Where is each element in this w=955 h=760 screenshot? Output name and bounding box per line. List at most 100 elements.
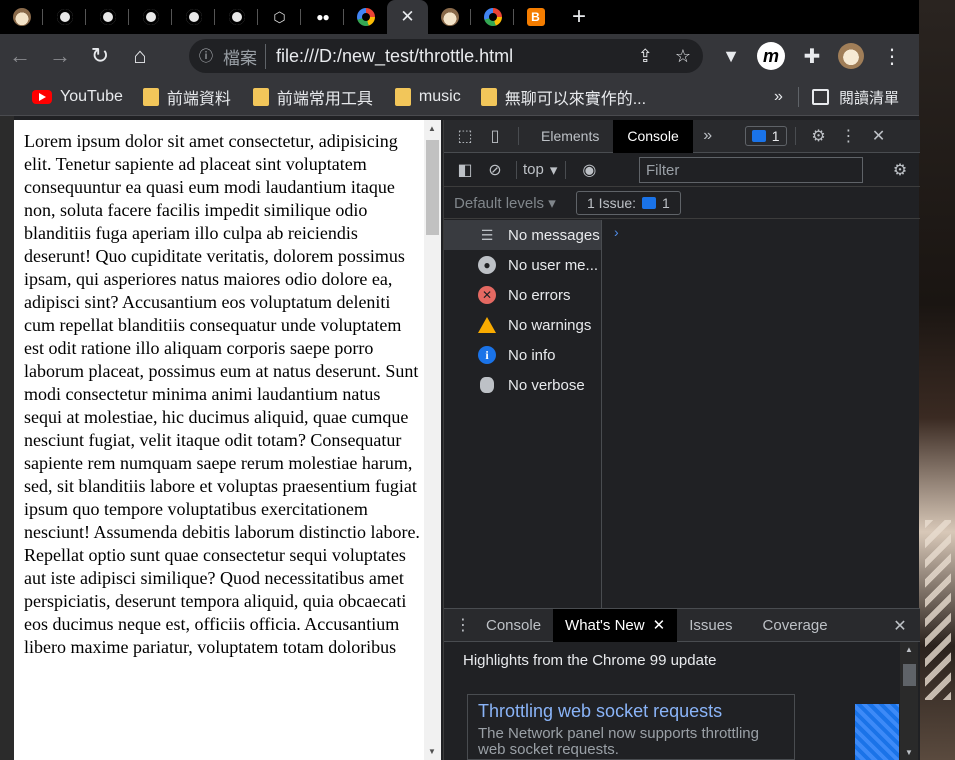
- page-viewport: Lorem ipsum dolor sit amet consectetur, …: [14, 120, 441, 760]
- sidebar-item-info[interactable]: i No info: [444, 340, 601, 370]
- whats-new-title-link[interactable]: Throttling web socket requests: [478, 701, 784, 722]
- close-drawer-icon[interactable]: ✕: [885, 609, 915, 642]
- sidebar-item-label: No user me...: [508, 256, 599, 274]
- bookmark-star-icon[interactable]: ☆: [675, 46, 691, 67]
- tab[interactable]: [428, 0, 471, 34]
- home-button[interactable]: ⌂: [120, 34, 160, 78]
- drawer-tab-bar: ⋮ Console What's New ✕ Issues Coverage ✕: [444, 608, 920, 642]
- sidebar-item-verbose[interactable]: No verbose: [444, 370, 601, 400]
- tab-elements[interactable]: Elements: [527, 120, 613, 153]
- bookmark-youtube[interactable]: YouTube: [32, 88, 123, 106]
- scroll-up-arrow-icon[interactable]: ▲: [428, 124, 436, 133]
- close-devtools-icon[interactable]: ✕: [864, 120, 894, 153]
- tab[interactable]: [0, 0, 43, 34]
- sidebar-item-errors[interactable]: ✕ No errors: [444, 280, 601, 310]
- tab[interactable]: [172, 0, 215, 34]
- scroll-down-arrow-icon[interactable]: ▼: [428, 747, 436, 756]
- tab[interactable]: ●●: [301, 0, 344, 34]
- divider: [794, 127, 796, 145]
- github-favicon-icon: [185, 9, 202, 25]
- google-favicon-icon: [356, 8, 375, 26]
- forward-button[interactable]: →: [40, 34, 80, 78]
- sidebar-toggle-icon[interactable]: ◧: [450, 153, 480, 186]
- close-tab-icon[interactable]: ✕: [653, 616, 666, 634]
- blogger-favicon-icon: B: [526, 8, 545, 26]
- console-settings-gear-icon[interactable]: ⚙: [885, 153, 915, 186]
- bookmark-folder[interactable]: 無聊可以來實作的...: [480, 85, 647, 109]
- devtools-menu-icon[interactable]: ⋮: [834, 120, 864, 153]
- sidebar-item-label: No messages: [508, 226, 600, 244]
- bookmarks-overflow-button[interactable]: »: [774, 78, 783, 116]
- issue-icon: [642, 197, 657, 209]
- info-icon: i: [478, 346, 496, 364]
- bookmark-folder[interactable]: music: [394, 87, 461, 106]
- new-tab-button[interactable]: +: [557, 0, 601, 34]
- browser-menu-icon[interactable]: ⋮: [880, 34, 904, 78]
- reload-button[interactable]: ↻: [80, 34, 120, 78]
- sidebar-item-messages[interactable]: ☰ No messages: [444, 220, 601, 250]
- back-button[interactable]: ←: [0, 34, 40, 78]
- sidebar-item-user-messages[interactable]: ● No user me...: [444, 250, 601, 280]
- sidebar-item-warnings[interactable]: No warnings: [444, 310, 601, 340]
- drawer-tab-console[interactable]: Console: [474, 609, 553, 642]
- issues-button[interactable]: 1 Issue: 1: [576, 191, 681, 215]
- drawer-scrollbar[interactable]: ▲ ▼: [900, 642, 918, 760]
- live-expression-eye-icon[interactable]: ◉: [574, 153, 604, 186]
- address-url[interactable]: file:///D:/new_test/throttle.html: [266, 46, 513, 67]
- drawer-menu-icon[interactable]: ⋮: [452, 609, 474, 642]
- tab[interactable]: ⬡: [258, 0, 301, 34]
- console-levels-bar: Default levels ▾ 1 Issue: 1: [444, 187, 920, 219]
- tab[interactable]: [86, 0, 129, 34]
- extension-m-button[interactable]: m: [756, 34, 786, 78]
- tab[interactable]: [129, 0, 172, 34]
- profile-button[interactable]: [836, 34, 866, 78]
- drawer-tab-issues[interactable]: Issues: [677, 609, 744, 642]
- bookmark-label: YouTube: [60, 87, 123, 105]
- extensions-puzzle-icon[interactable]: ✚: [798, 34, 826, 78]
- scroll-up-arrow-icon[interactable]: ▲: [905, 645, 913, 654]
- reading-list-button[interactable]: 閱讀清單: [812, 78, 899, 116]
- default-levels-dropdown[interactable]: Default levels ▾: [454, 194, 556, 212]
- bookmark-label: 無聊可以來實作的...: [504, 90, 647, 108]
- inspect-element-icon[interactable]: ⬚: [450, 120, 480, 153]
- hedgehog-favicon-icon: [440, 8, 459, 26]
- whats-new-card[interactable]: Throttling web socket requests The Netwo…: [467, 694, 795, 760]
- scrollbar-thumb[interactable]: [426, 140, 439, 235]
- scrollbar-thumb[interactable]: [903, 664, 916, 686]
- reading-list-label: 閱讀清單: [839, 89, 900, 107]
- issues-badge[interactable]: 1: [744, 126, 787, 146]
- tab-console[interactable]: Console: [613, 119, 693, 153]
- console-sidebar: ☰ No messages ● No user me... ✕ No errors N…: [444, 220, 602, 608]
- issues-count: 1: [662, 195, 670, 211]
- folder-icon: [252, 87, 269, 106]
- tab[interactable]: [344, 0, 387, 34]
- console-prompt[interactable]: ›: [614, 224, 619, 240]
- tab[interactable]: B: [514, 0, 557, 34]
- devtools-tab-bar: ⬚ ▯ Elements Console » 1 ⚙ ⋮ ✕: [444, 119, 920, 153]
- share-icon[interactable]: ⇪: [638, 46, 653, 67]
- tab[interactable]: [215, 0, 258, 34]
- tab[interactable]: [43, 0, 86, 34]
- close-tab-icon[interactable]: ✕: [400, 7, 414, 27]
- github-favicon-icon: [228, 9, 245, 25]
- drawer-tab-coverage[interactable]: Coverage: [751, 609, 840, 642]
- page-scrollbar[interactable]: ▲ ▼: [424, 120, 441, 760]
- drawer-tab-whats-new[interactable]: What's New ✕: [553, 608, 678, 642]
- tab-active[interactable]: ✕: [387, 0, 428, 34]
- address-bar[interactable]: ⓘ 檔案 file:///D:/new_test/throttle.html ⇪…: [189, 39, 703, 73]
- filter-input[interactable]: Filter: [639, 157, 863, 183]
- vue-devtools-extension-icon[interactable]: ▼: [716, 34, 746, 78]
- tab[interactable]: [471, 0, 514, 34]
- context-selector[interactable]: top ▾: [523, 161, 557, 179]
- clear-console-icon[interactable]: ⊘: [480, 153, 510, 186]
- youtube-icon: [32, 89, 52, 104]
- bookmark-folder[interactable]: 前端常用工具: [252, 85, 373, 109]
- device-toolbar-icon[interactable]: ▯: [480, 120, 510, 153]
- scroll-down-arrow-icon[interactable]: ▼: [905, 748, 913, 757]
- site-info-icon[interactable]: ⓘ: [189, 46, 223, 66]
- highlights-heading: Highlights from the Chrome 99 update: [463, 652, 717, 669]
- more-tabs-button[interactable]: »: [693, 120, 723, 153]
- settings-gear-icon[interactable]: ⚙: [804, 120, 834, 153]
- bookmark-folder[interactable]: 前端資料: [142, 85, 231, 109]
- desktop-wallpaper: [919, 0, 955, 760]
